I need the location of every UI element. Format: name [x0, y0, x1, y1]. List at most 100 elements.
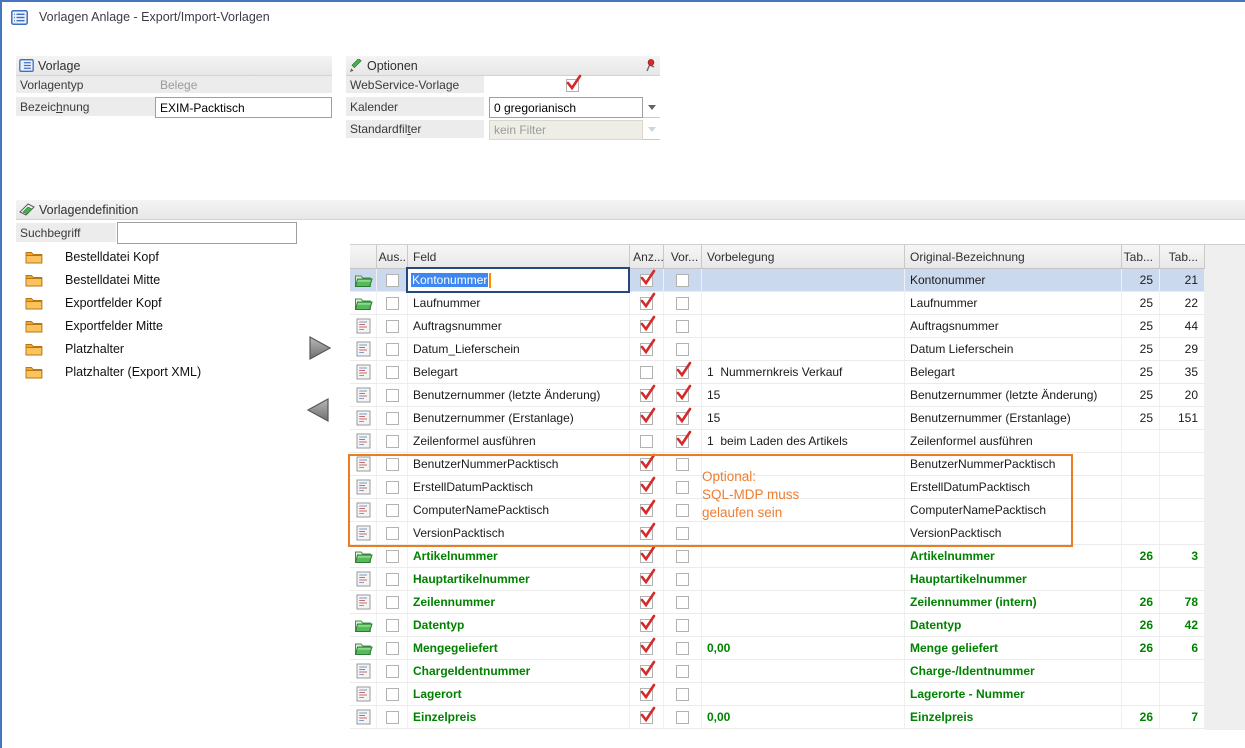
folder-list-item[interactable]: Platzhalter — [19, 337, 220, 360]
vorbelegung-cell[interactable] — [702, 269, 905, 291]
vorbelegung-cell[interactable] — [702, 522, 905, 544]
checkbox[interactable] — [640, 366, 653, 379]
folder-list-item[interactable]: Platzhalter (Export XML) — [19, 360, 220, 383]
kalender-select[interactable] — [489, 97, 643, 118]
vorbelegung-cell[interactable] — [702, 591, 905, 613]
checkbox[interactable] — [640, 389, 653, 402]
checkbox[interactable] — [640, 320, 653, 333]
column-header[interactable]: Vorbelegung — [702, 245, 905, 268]
vorbelegung-cell[interactable] — [702, 614, 905, 636]
checkbox[interactable] — [386, 412, 399, 425]
checkbox[interactable] — [386, 527, 399, 540]
table-row[interactable]: Benutzernummer (Erstanlage) 15 Benutzern… — [350, 407, 1205, 430]
table-row[interactable]: Auftragsnummer Auftragsnummer 25 44 — [350, 315, 1205, 338]
checkbox[interactable] — [640, 711, 653, 724]
column-header[interactable]: Aus... — [377, 245, 408, 268]
feld-cell[interactable]: Auftragsnummer — [408, 315, 630, 337]
checkbox[interactable] — [676, 642, 689, 655]
kalender-dropdown-button[interactable] — [643, 97, 660, 118]
table-row[interactable]: Artikelnummer Artikelnummer 26 3 — [350, 545, 1205, 568]
vorbelegung-cell[interactable] — [702, 545, 905, 567]
checkbox[interactable] — [676, 343, 689, 356]
checkbox[interactable] — [676, 412, 689, 425]
vorbelegung-cell[interactable] — [702, 453, 905, 475]
feld-cell[interactable]: Datentyp — [408, 614, 630, 636]
folder-list-item[interactable]: Bestelldatei Mitte — [19, 268, 220, 291]
feld-cell[interactable]: Mengegeliefert — [408, 637, 630, 659]
checkbox[interactable] — [386, 711, 399, 724]
feld-cell[interactable]: Laufnummer — [408, 292, 630, 314]
column-header[interactable]: Anz... — [630, 245, 664, 268]
checkbox[interactable] — [676, 389, 689, 402]
vorbelegung-cell[interactable]: 15 — [702, 407, 905, 429]
vorbelegung-cell[interactable]: 1 Nummernkreis Verkauf — [702, 361, 905, 383]
vorbelegung-cell[interactable]: 0,00 — [702, 706, 905, 728]
checkbox[interactable] — [386, 619, 399, 632]
checkbox[interactable] — [676, 458, 689, 471]
checkbox[interactable] — [640, 527, 653, 540]
table-row[interactable]: Laufnummer Laufnummer 25 22 — [350, 292, 1205, 315]
checkbox[interactable] — [386, 274, 399, 287]
checkbox[interactable] — [640, 550, 653, 563]
feld-cell[interactable]: BenutzerNummerPacktisch — [408, 453, 630, 475]
vorbelegung-cell[interactable] — [702, 660, 905, 682]
table-row[interactable]: Einzelpreis 0,00 Einzelpreis 26 7 — [350, 706, 1205, 729]
search-input[interactable] — [117, 222, 297, 244]
checkbox[interactable] — [640, 435, 653, 448]
checkbox[interactable] — [676, 320, 689, 333]
table-row[interactable]: BenutzerNummerPacktisch BenutzerNummerPa… — [350, 453, 1205, 476]
checkbox[interactable] — [676, 366, 689, 379]
checkbox[interactable] — [386, 596, 399, 609]
checkbox[interactable] — [640, 274, 653, 287]
vorbelegung-cell[interactable] — [702, 315, 905, 337]
checkbox[interactable] — [676, 550, 689, 563]
checkbox[interactable] — [386, 504, 399, 517]
table-row[interactable]: Belegart 1 Nummernkreis Verkauf Belegart… — [350, 361, 1205, 384]
feld-cell[interactable]: Benutzernummer (Erstanlage) — [408, 407, 630, 429]
table-row[interactable]: Hauptartikelnummer Hauptartikelnummer — [350, 568, 1205, 591]
table-row[interactable]: ChargeIdentnummer Charge-/Identnummer — [350, 660, 1205, 683]
column-header[interactable]: Tab... — [1122, 245, 1160, 268]
vorbelegung-cell[interactable] — [702, 292, 905, 314]
table-row[interactable]: Datentyp Datentyp 26 42 — [350, 614, 1205, 637]
feld-edit-input[interactable]: Kontonummer — [406, 267, 630, 293]
column-header[interactable]: Feld — [408, 245, 630, 268]
table-row[interactable]: Datum_Lieferschein Datum Lieferschein 25… — [350, 338, 1205, 361]
table-row[interactable]: ComputerNamePacktisch ComputerNamePackti… — [350, 499, 1205, 522]
feld-cell[interactable]: Datum_Lieferschein — [408, 338, 630, 360]
checkbox[interactable] — [386, 665, 399, 678]
vorbelegung-cell[interactable]: 15 — [702, 384, 905, 406]
checkbox[interactable] — [676, 619, 689, 632]
column-header[interactable]: Original-Bezeichnung — [905, 245, 1122, 268]
folder-list-item[interactable]: Exportfelder Kopf — [19, 291, 220, 314]
vorbelegung-cell[interactable] — [702, 476, 905, 498]
checkbox[interactable] — [386, 642, 399, 655]
feld-cell[interactable]: ComputerNamePacktisch — [408, 499, 630, 521]
checkbox[interactable] — [386, 550, 399, 563]
table-row[interactable]: Benutzernummer (letzte Änderung) 15 Benu… — [350, 384, 1205, 407]
folder-list-item[interactable]: Exportfelder Mitte — [19, 314, 220, 337]
feld-cell[interactable]: VersionPacktisch — [408, 522, 630, 544]
checkbox[interactable] — [676, 481, 689, 494]
checkbox[interactable] — [676, 688, 689, 701]
checkbox[interactable] — [640, 642, 653, 655]
table-row[interactable]: VersionPacktisch VersionPacktisch — [350, 522, 1205, 545]
checkbox[interactable] — [386, 366, 399, 379]
table-row[interactable]: ErstellDatumPacktisch ErstellDatumPackti… — [350, 476, 1205, 499]
checkbox[interactable] — [676, 504, 689, 517]
checkbox[interactable] — [640, 504, 653, 517]
checkbox[interactable] — [640, 297, 653, 310]
feld-cell[interactable]: Benutzernummer (letzte Änderung) — [408, 384, 630, 406]
checkbox[interactable] — [676, 665, 689, 678]
feld-cell[interactable]: Kontonummer — [408, 269, 630, 291]
checkbox[interactable] — [386, 435, 399, 448]
vorbelegung-cell[interactable]: 1 beim Laden des Artikels — [702, 430, 905, 452]
feld-cell[interactable]: Einzelpreis — [408, 706, 630, 728]
checkbox[interactable] — [676, 711, 689, 724]
checkbox[interactable] — [640, 619, 653, 632]
feld-cell[interactable]: Zeilenformel ausführen — [408, 430, 630, 452]
checkbox[interactable] — [676, 435, 689, 448]
bezeichnung-input[interactable] — [155, 97, 332, 118]
column-header[interactable]: Tab... — [1160, 245, 1205, 268]
column-header[interactable]: Vor... — [664, 245, 702, 268]
